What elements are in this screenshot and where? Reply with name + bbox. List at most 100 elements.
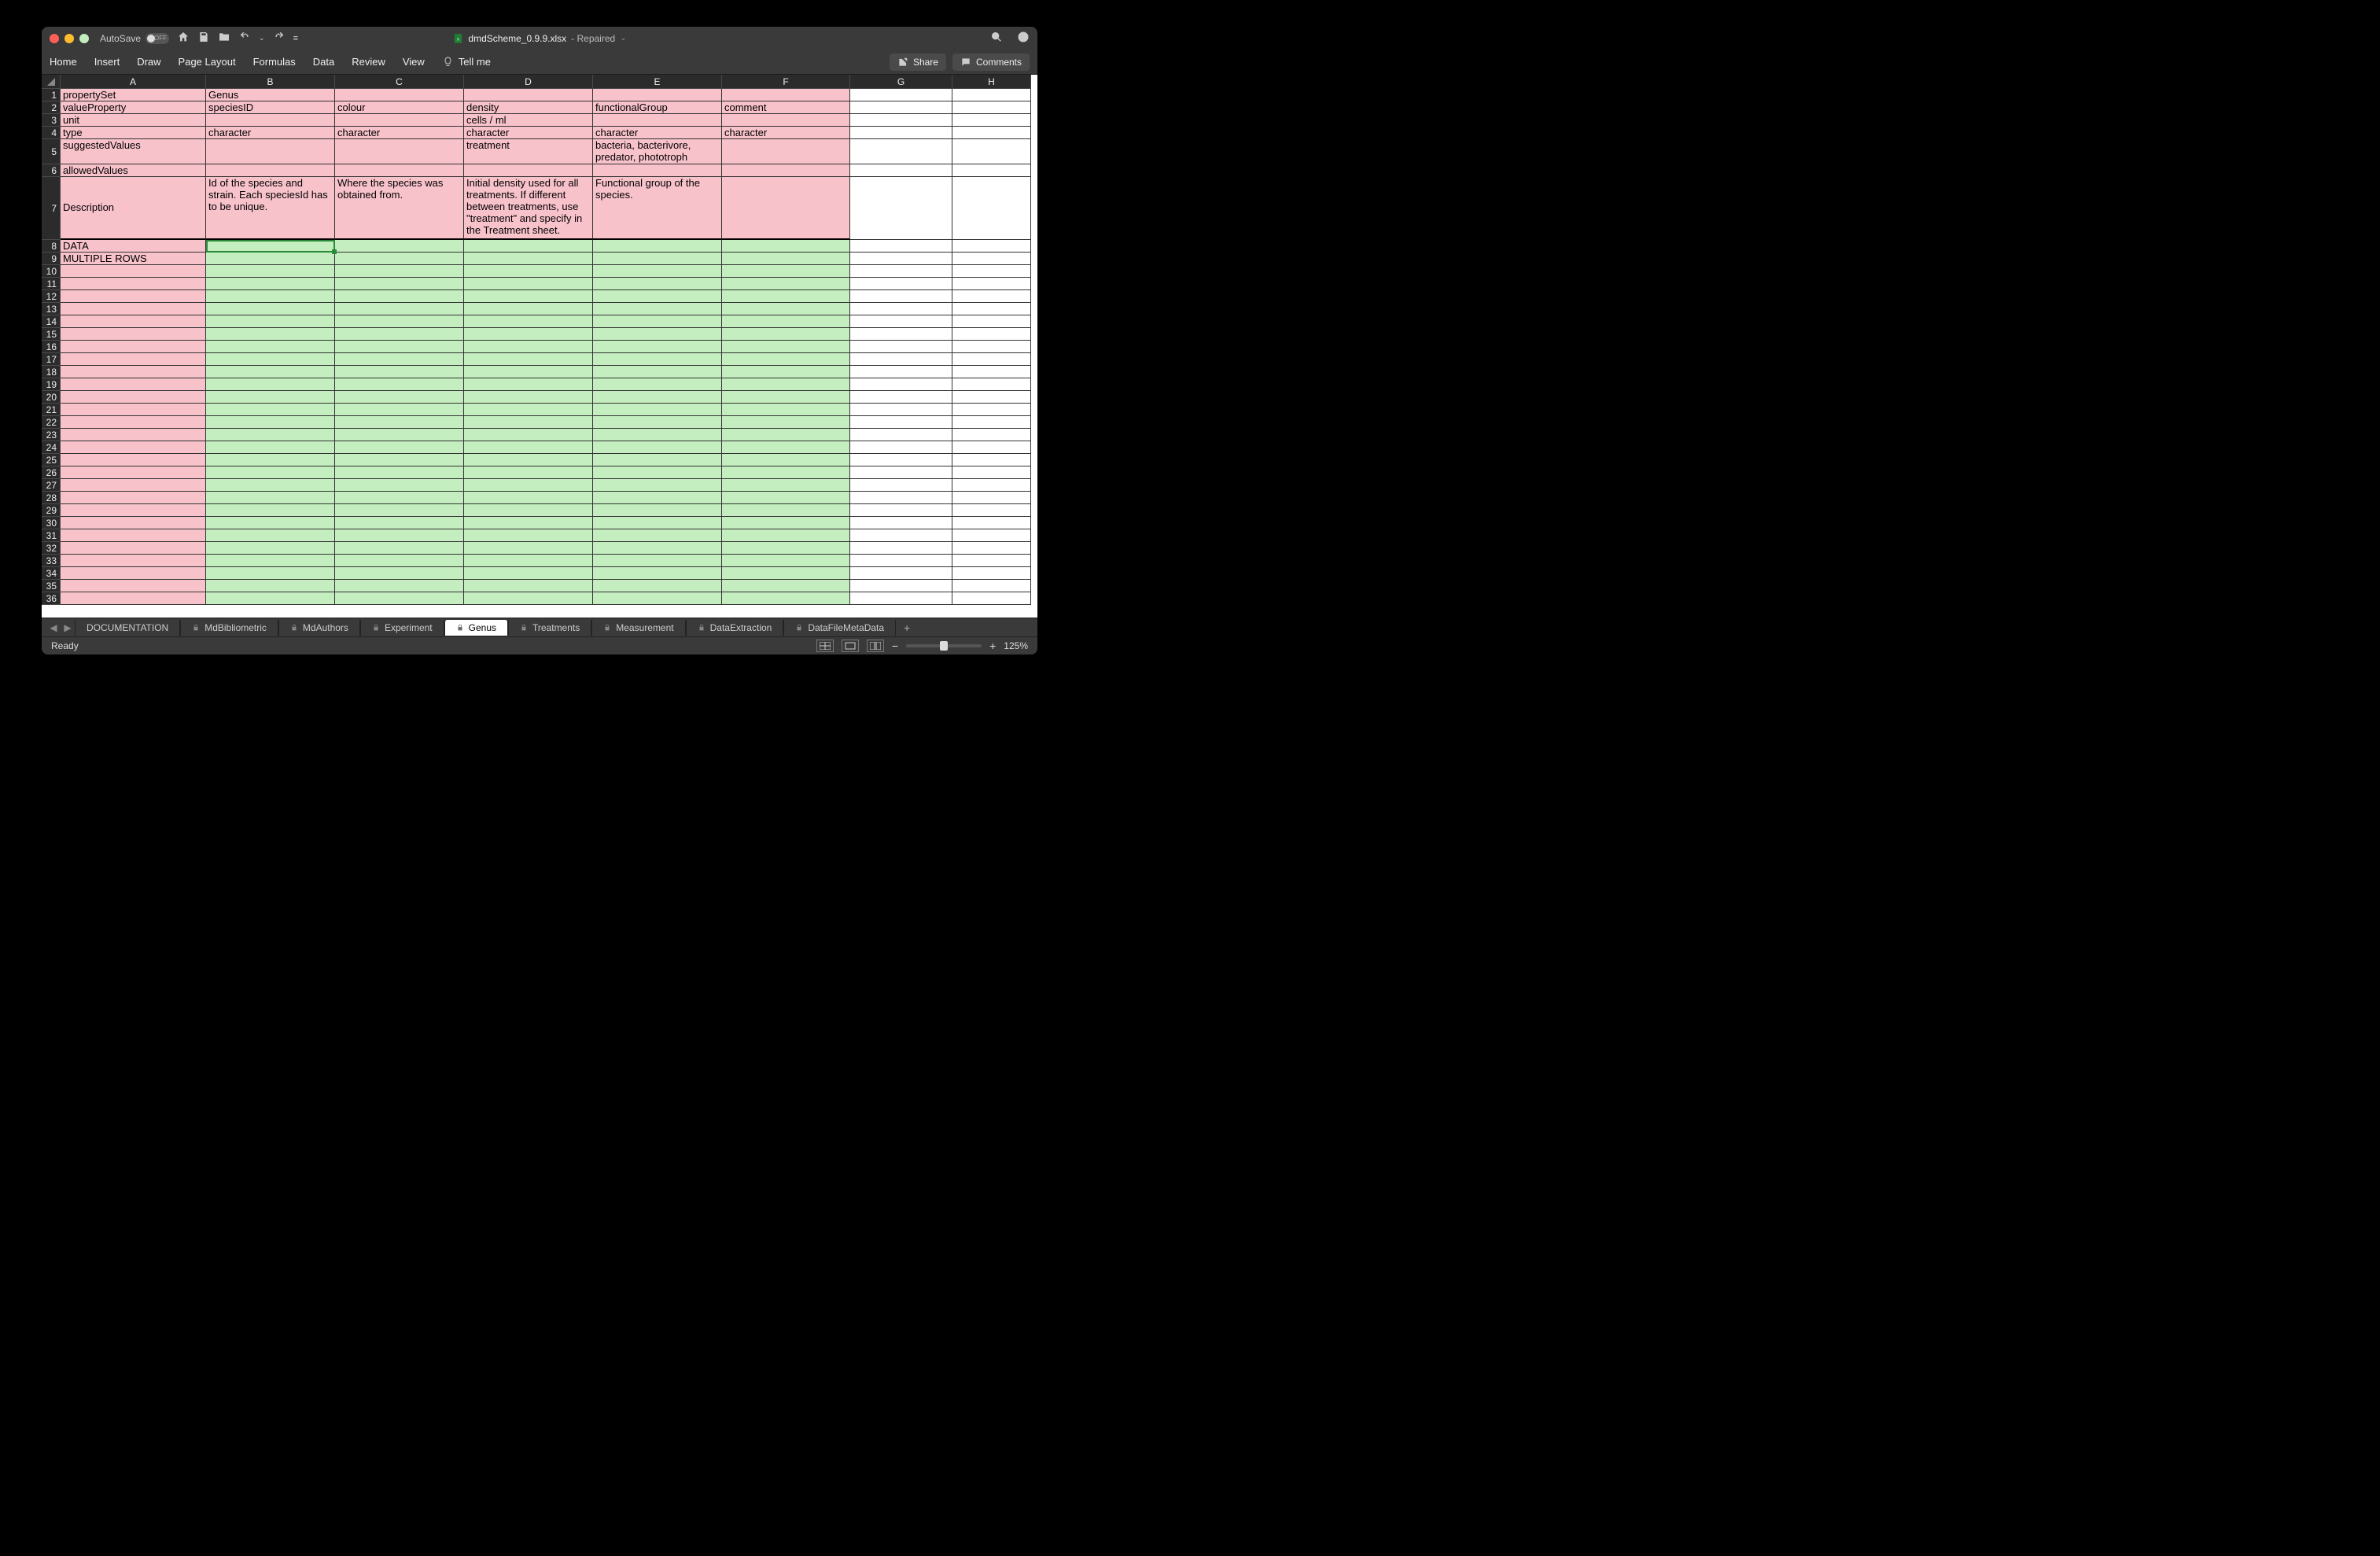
- cell[interactable]: [593, 592, 722, 605]
- cell[interactable]: [335, 391, 464, 404]
- cell[interactable]: [464, 391, 593, 404]
- cell[interactable]: [850, 454, 952, 466]
- cell[interactable]: [593, 466, 722, 479]
- cell[interactable]: [61, 580, 206, 592]
- cell[interactable]: [464, 592, 593, 605]
- row-header[interactable]: 15: [42, 328, 61, 341]
- cell[interactable]: [206, 429, 335, 441]
- cell[interactable]: [464, 164, 593, 177]
- cell[interactable]: [335, 555, 464, 567]
- cell[interactable]: [61, 454, 206, 466]
- cell[interactable]: [335, 328, 464, 341]
- cell[interactable]: [850, 366, 952, 378]
- cell[interactable]: [850, 114, 952, 127]
- cell[interactable]: [593, 580, 722, 592]
- add-sheet-button[interactable]: +: [896, 621, 918, 634]
- cell[interactable]: [61, 542, 206, 555]
- sheet-tab[interactable]: Treatments: [508, 620, 591, 636]
- cell[interactable]: [850, 139, 952, 164]
- cell[interactable]: [593, 253, 722, 265]
- cell[interactable]: [952, 164, 1031, 177]
- cell[interactable]: [206, 555, 335, 567]
- cell[interactable]: character: [722, 127, 850, 139]
- row-header[interactable]: 16: [42, 341, 61, 353]
- cell[interactable]: [593, 353, 722, 366]
- cell[interactable]: [335, 353, 464, 366]
- cell[interactable]: [593, 164, 722, 177]
- ribbon-tab-insert[interactable]: Insert: [94, 56, 120, 68]
- cell[interactable]: [335, 290, 464, 303]
- column-header[interactable]: C: [335, 75, 464, 89]
- sheet-tab[interactable]: Measurement: [591, 620, 685, 636]
- row-header[interactable]: 1: [42, 89, 61, 101]
- row-header[interactable]: 31: [42, 529, 61, 542]
- cell[interactable]: [61, 328, 206, 341]
- cell[interactable]: [335, 265, 464, 278]
- cell[interactable]: [464, 555, 593, 567]
- cell[interactable]: treatment: [464, 139, 593, 164]
- cell[interactable]: [335, 492, 464, 504]
- cell[interactable]: [61, 404, 206, 416]
- row-header[interactable]: 5: [42, 139, 61, 164]
- cell[interactable]: [206, 253, 335, 265]
- cell[interactable]: valueProperty: [61, 101, 206, 114]
- cell[interactable]: [61, 529, 206, 542]
- cell[interactable]: [952, 504, 1031, 517]
- cell[interactable]: [593, 328, 722, 341]
- cell[interactable]: [952, 328, 1031, 341]
- cell[interactable]: [61, 479, 206, 492]
- cell[interactable]: [850, 278, 952, 290]
- cell[interactable]: [61, 290, 206, 303]
- cell[interactable]: [206, 341, 335, 353]
- cell[interactable]: [593, 529, 722, 542]
- cell[interactable]: functionalGroup: [593, 101, 722, 114]
- cell[interactable]: [850, 592, 952, 605]
- cell[interactable]: [206, 404, 335, 416]
- cell[interactable]: [464, 416, 593, 429]
- row-header[interactable]: 29: [42, 504, 61, 517]
- cell[interactable]: [850, 416, 952, 429]
- cell[interactable]: [61, 341, 206, 353]
- ribbon-tab-home[interactable]: Home: [50, 56, 77, 68]
- cell[interactable]: [61, 265, 206, 278]
- cell[interactable]: [335, 454, 464, 466]
- row-header[interactable]: 19: [42, 378, 61, 391]
- cell[interactable]: [335, 253, 464, 265]
- undo-dropdown-icon[interactable]: ⌄: [259, 34, 265, 42]
- row-header[interactable]: 2: [42, 101, 61, 114]
- cell[interactable]: [464, 303, 593, 315]
- save-icon[interactable]: [197, 31, 210, 46]
- cell[interactable]: [952, 101, 1031, 114]
- ribbon-tab-view[interactable]: View: [403, 56, 425, 68]
- row-header[interactable]: 22: [42, 416, 61, 429]
- cell[interactable]: [722, 89, 850, 101]
- cell[interactable]: [593, 454, 722, 466]
- cell[interactable]: [952, 315, 1031, 328]
- zoom-slider[interactable]: [906, 644, 982, 647]
- face-icon[interactable]: [1017, 31, 1030, 46]
- cell[interactable]: [206, 114, 335, 127]
- cell[interactable]: [722, 164, 850, 177]
- cell[interactable]: [850, 328, 952, 341]
- cell[interactable]: [722, 555, 850, 567]
- cell[interactable]: [464, 328, 593, 341]
- sheet-tab[interactable]: DataExtraction: [686, 620, 784, 636]
- cell[interactable]: [206, 378, 335, 391]
- cell[interactable]: [850, 353, 952, 366]
- row-header[interactable]: 13: [42, 303, 61, 315]
- cell[interactable]: [722, 378, 850, 391]
- cell[interactable]: [335, 429, 464, 441]
- cell[interactable]: [952, 177, 1031, 240]
- cell[interactable]: [61, 504, 206, 517]
- cell[interactable]: [61, 466, 206, 479]
- cell[interactable]: [952, 492, 1031, 504]
- cell[interactable]: [335, 341, 464, 353]
- cell[interactable]: [206, 265, 335, 278]
- undo-icon[interactable]: [238, 31, 251, 46]
- cell[interactable]: [61, 429, 206, 441]
- cell[interactable]: [952, 555, 1031, 567]
- cell[interactable]: [850, 441, 952, 454]
- cell[interactable]: [850, 303, 952, 315]
- cell[interactable]: [335, 517, 464, 529]
- cell[interactable]: [593, 441, 722, 454]
